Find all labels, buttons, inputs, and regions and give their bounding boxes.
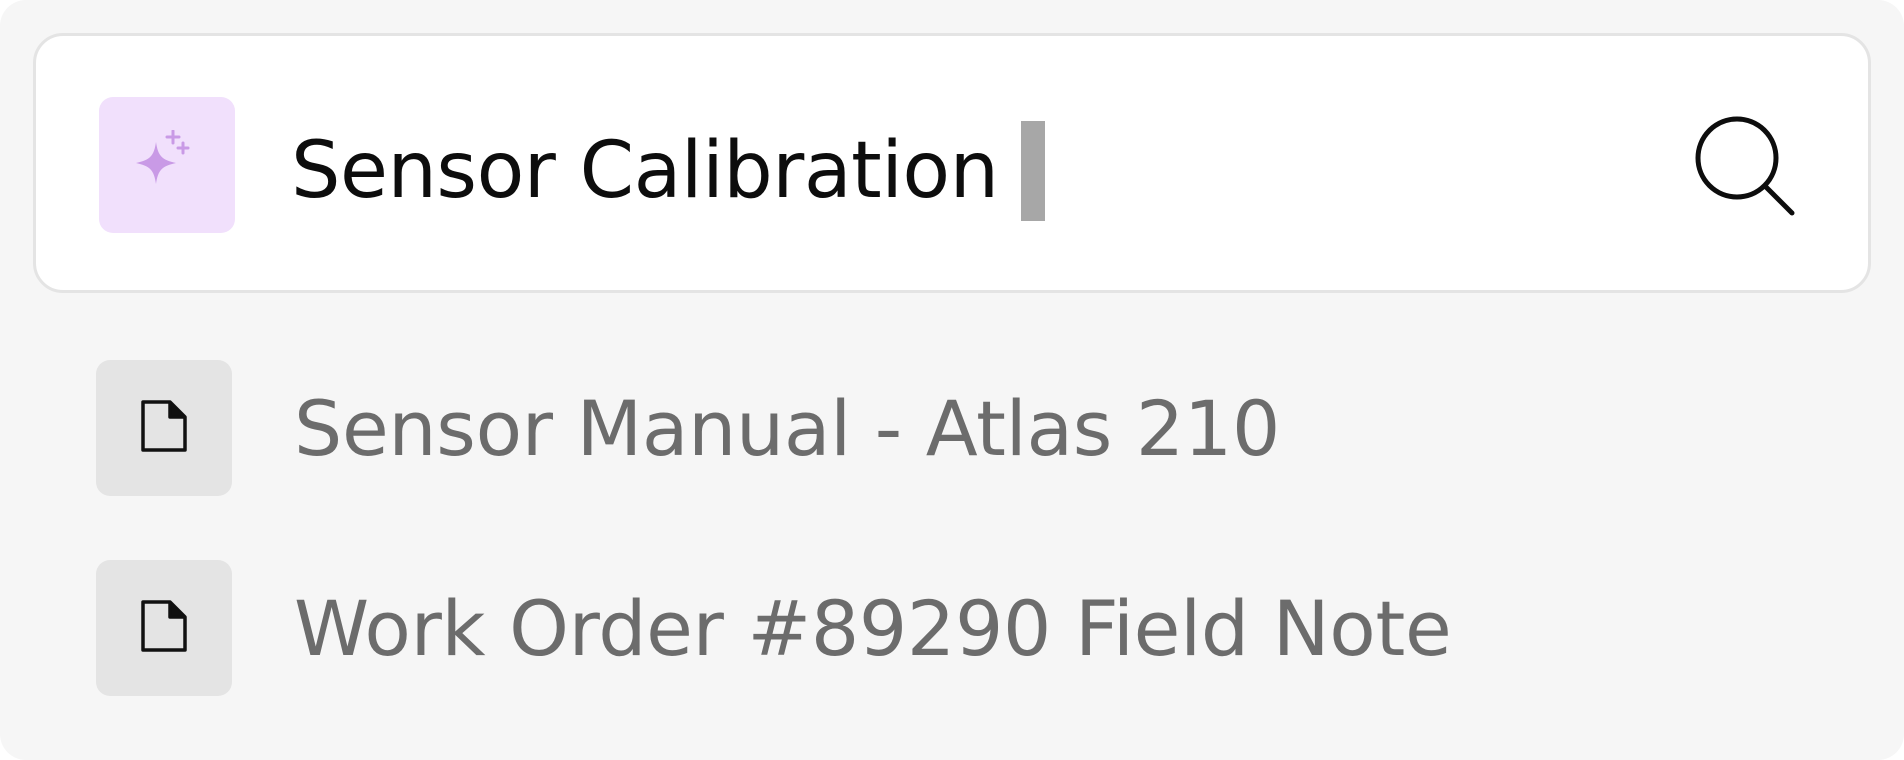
document-icon — [140, 599, 188, 657]
result-label: Work Order #89290 Field Note — [294, 583, 1452, 673]
document-icon — [140, 399, 188, 457]
search-input[interactable]: Sensor Calibration — [291, 121, 1045, 221]
result-item[interactable]: Sensor Manual - Atlas 210 — [96, 360, 1796, 496]
result-icon-box — [96, 360, 232, 496]
search-panel: Sensor Calibration Sensor Manual - Atlas… — [0, 0, 1904, 760]
result-icon-box — [96, 560, 232, 696]
result-label: Sensor Manual - Atlas 210 — [294, 383, 1281, 473]
search-bar[interactable]: Sensor Calibration — [33, 33, 1871, 293]
search-icon — [1692, 113, 1802, 227]
search-button[interactable] — [1687, 110, 1807, 230]
search-query-text: Sensor Calibration — [291, 126, 999, 216]
ai-badge[interactable] — [99, 97, 235, 233]
text-cursor — [1020, 121, 1045, 221]
sparkles-icon — [132, 130, 202, 200]
result-item[interactable]: Work Order #89290 Field Note — [96, 560, 1796, 696]
